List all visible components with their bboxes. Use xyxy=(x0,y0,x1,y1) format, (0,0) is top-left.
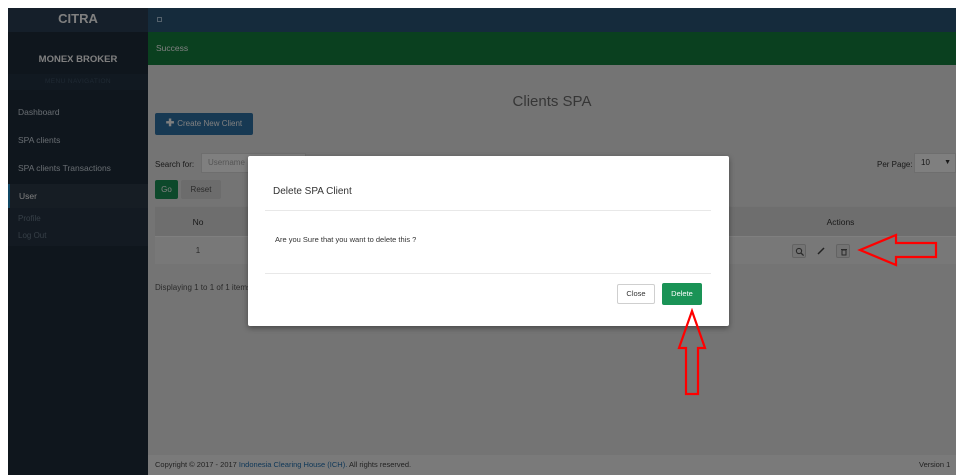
close-button[interactable]: Close xyxy=(617,284,655,304)
modal-title: Delete SPA Client xyxy=(273,186,352,197)
modal-divider xyxy=(265,210,711,211)
app-window: CITRA MONEX BROKER MENU NAVIGATION Dashb… xyxy=(8,8,956,475)
modal-divider xyxy=(265,273,711,274)
delete-confirm-modal: Delete SPA Client Are you Sure that you … xyxy=(248,156,729,326)
modal-message: Are you Sure that you want to delete thi… xyxy=(275,235,417,244)
delete-button[interactable]: Delete xyxy=(662,283,702,305)
